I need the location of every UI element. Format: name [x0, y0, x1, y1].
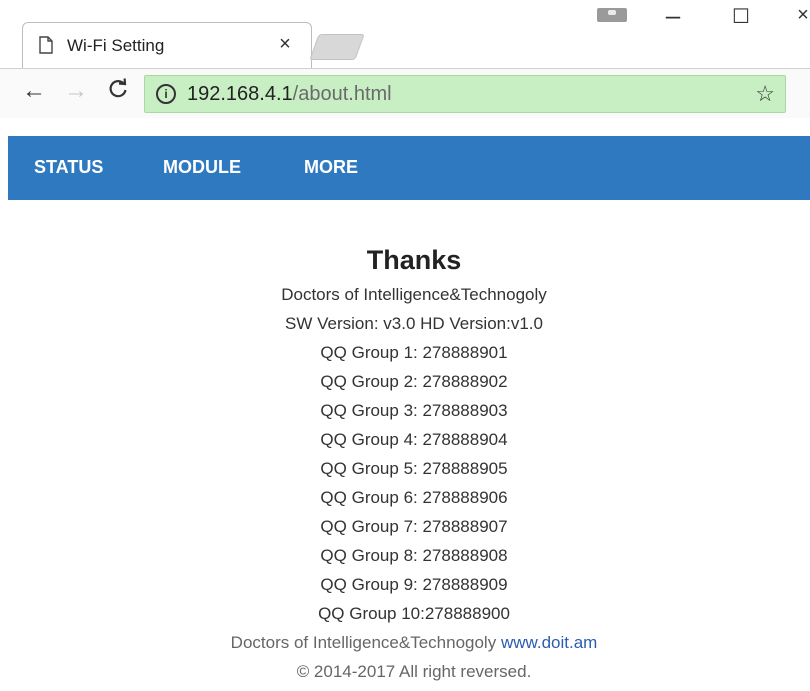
minimize-icon[interactable]: –	[658, 0, 688, 31]
footer-link[interactable]: www.doit.am	[501, 633, 597, 652]
footer-company: Doctors of Intelligence&Technogoly	[230, 633, 497, 652]
browser-toolbar: ← → i 192.168.4.1/about.html ☆	[0, 68, 810, 118]
star-icon[interactable]: ☆	[755, 81, 775, 107]
version-info: SW Version: v3.0 HD Version:v1.0	[285, 314, 543, 333]
reload-icon-svg	[109, 78, 127, 98]
footer-credit: Doctors of Intelligence&Technogoly www.d…	[18, 628, 810, 657]
arrow-left-icon[interactable]: ←	[20, 77, 48, 105]
tab-close-icon[interactable]: ×	[275, 33, 295, 56]
qq-group-item: QQ Group 8: 278888908	[320, 546, 508, 565]
qq-group-item: QQ Group 4: 278888904	[320, 430, 508, 449]
qq-group-item: QQ Group 3: 278888903	[320, 401, 508, 420]
url-text[interactable]: 192.168.4.1/about.html	[187, 83, 392, 106]
tab-strip: Wi-Fi Setting × – ☐ ×	[0, 0, 810, 68]
qq-group-item: QQ Group 7: 278888907	[320, 517, 508, 536]
qq-group-item: QQ Group 2: 278888902	[320, 372, 508, 391]
arrow-right-icon[interactable]: →	[62, 77, 90, 105]
url-host: 192.168.4.1	[187, 83, 293, 105]
page-icon	[39, 36, 53, 54]
company-name: Doctors of Intelligence&Technogoly	[281, 285, 547, 304]
reload-icon[interactable]	[104, 78, 132, 106]
browser-chrome: Wi-Fi Setting × – ☐ × ← → i 192.168.4.1/…	[0, 0, 810, 118]
close-window-icon[interactable]: ×	[788, 4, 810, 27]
copyright: © 2014-2017 All right reversed.	[296, 662, 532, 681]
browser-tab[interactable]: Wi-Fi Setting ×	[22, 22, 312, 68]
qq-group-item: QQ Group 5: 278888905	[320, 459, 508, 478]
maximize-icon[interactable]: ☐	[726, 4, 756, 29]
tab-title: Wi-Fi Setting	[67, 36, 165, 55]
address-bar[interactable]: i 192.168.4.1/about.html ☆	[144, 75, 786, 113]
info-icon[interactable]: i	[156, 84, 176, 104]
profile-icon[interactable]	[597, 8, 627, 22]
about-content: Thanks Doctors of Intelligence&Technogol…	[0, 240, 810, 686]
page-title: Thanks	[366, 245, 462, 275]
url-path: /about.html	[292, 83, 392, 105]
nav-item-module[interactable]: MODULE	[163, 157, 241, 178]
qq-group-item: QQ Group 9: 278888909	[320, 575, 508, 594]
qq-group-item: QQ Group 6: 278888906	[320, 488, 508, 507]
new-tab-button[interactable]	[309, 34, 365, 60]
nav-item-more[interactable]: MORE	[304, 157, 358, 178]
qq-group-item: QQ Group 1: 278888901	[320, 343, 508, 362]
nav-item-status[interactable]: STATUS	[34, 157, 103, 178]
main-navbar: STATUS MODULE MORE	[8, 136, 810, 200]
qq-group-item: QQ Group 10:278888900	[318, 604, 510, 623]
